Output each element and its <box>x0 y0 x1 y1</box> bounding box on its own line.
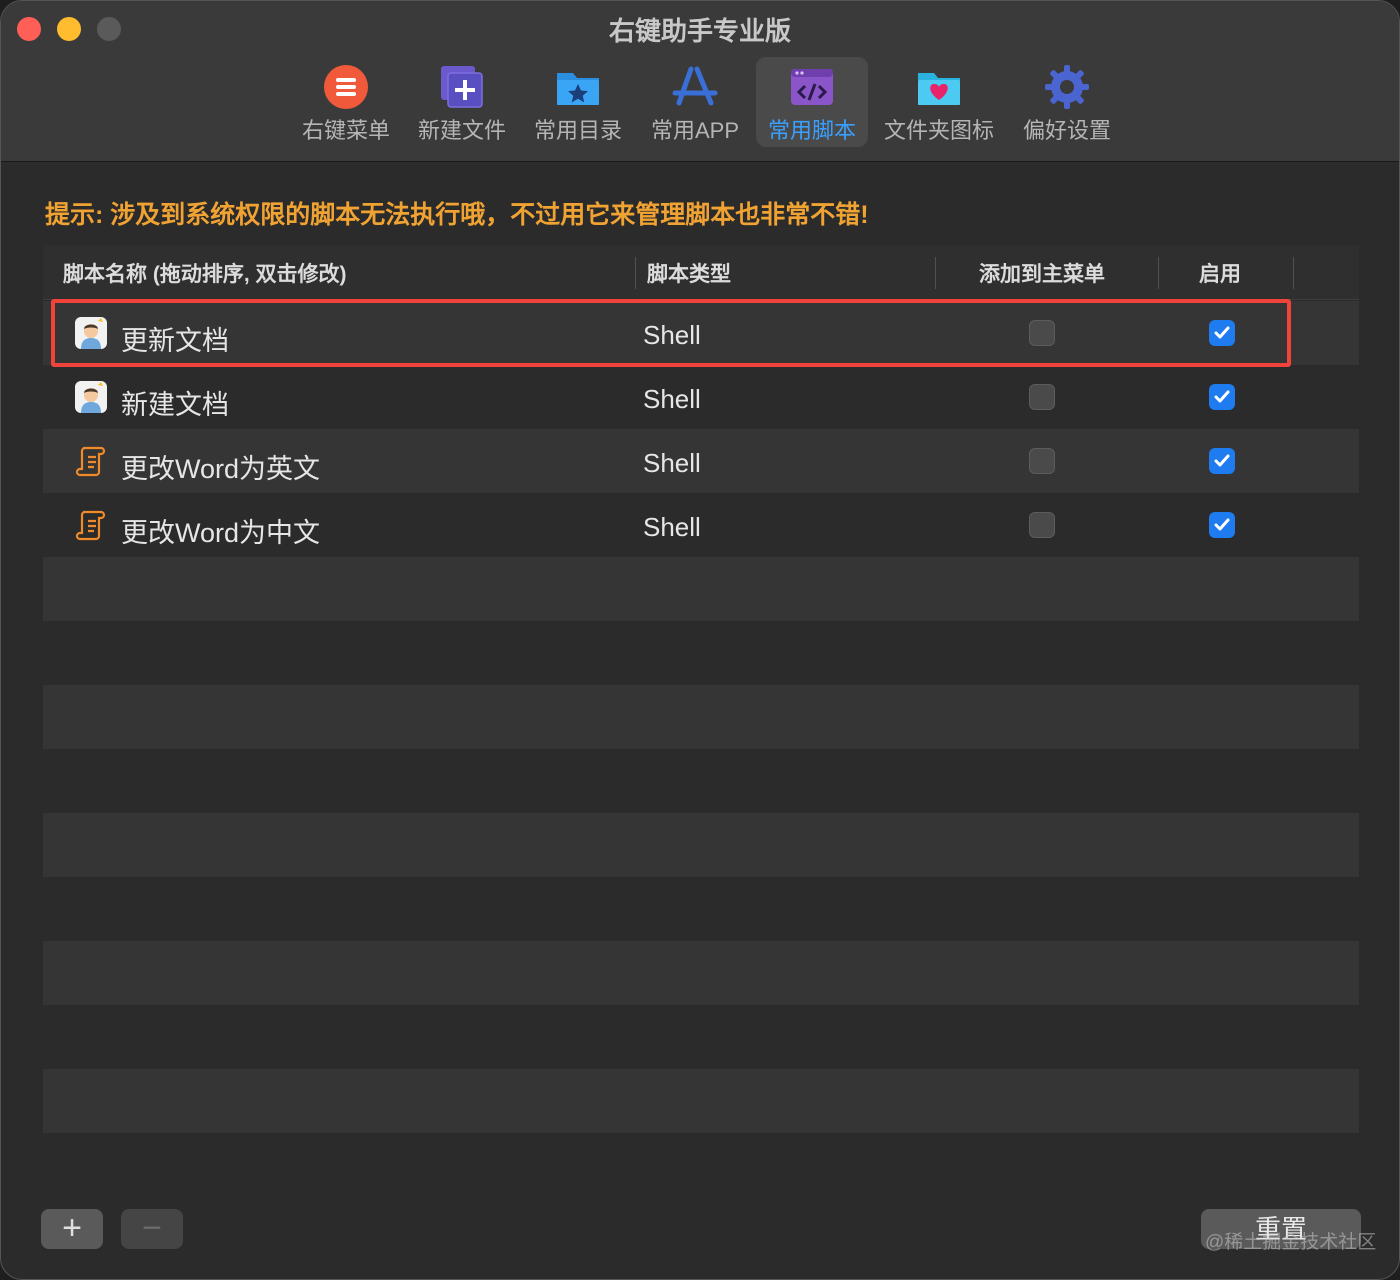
tab-label: 偏好设置 <box>1022 118 1111 143</box>
enabled-checkbox[interactable] <box>1209 384 1235 410</box>
column-header-main-menu[interactable]: 添加到主菜单 <box>979 258 1105 288</box>
tab-label: 常用目录 <box>533 118 622 143</box>
checkmark-icon <box>1214 326 1230 339</box>
column-divider[interactable] <box>635 257 636 289</box>
script-type: Shell <box>643 384 701 414</box>
empty-row <box>43 877 1359 941</box>
add-to-main-menu-checkbox[interactable] <box>1029 320 1055 346</box>
table-row[interactable]: 更新文档 Shell <box>43 301 1359 365</box>
folder-heart-icon <box>918 73 960 105</box>
enabled-checkbox[interactable] <box>1209 320 1235 346</box>
table-row[interactable]: 更改Word为英文 Shell <box>43 429 1359 493</box>
folder-star-icon <box>557 73 599 105</box>
tab-folder-icons[interactable]: 文件夹图标 <box>876 57 1002 147</box>
app-store-icon <box>672 66 718 106</box>
add-to-main-menu-checkbox[interactable] <box>1029 512 1055 538</box>
enabled-checkbox[interactable] <box>1209 448 1235 474</box>
empty-row <box>43 1005 1359 1069</box>
empty-row <box>43 1069 1359 1133</box>
new-file-icon <box>441 66 483 108</box>
tab-context-menu[interactable]: 右键菜单 <box>291 57 401 147</box>
checkmark-icon <box>1214 518 1230 531</box>
remove-script-button[interactable]: − <box>121 1209 183 1249</box>
title-bar: 右键助手专业版 右键菜单 新建文件 常用目录 常用APP 常用脚本 文件夹图标 … <box>1 1 1399 162</box>
empty-row <box>43 749 1359 813</box>
column-divider[interactable] <box>935 257 936 289</box>
column-header-type[interactable]: 脚本类型 <box>647 258 731 288</box>
tab-common-dirs[interactable]: 常用目录 <box>523 57 633 147</box>
scroll-icon <box>75 510 106 541</box>
toolbar: 右键菜单 新建文件 常用目录 常用APP 常用脚本 文件夹图标 偏好设置 <box>1 57 1399 149</box>
add-script-button[interactable]: + <box>41 1209 103 1249</box>
watermark-text: @稀土掘金技术社区 <box>1205 1232 1377 1253</box>
script-code-icon <box>791 69 833 105</box>
gear-icon <box>1045 65 1089 109</box>
column-divider[interactable] <box>1293 257 1294 289</box>
empty-row <box>43 941 1359 1005</box>
enabled-checkbox[interactable] <box>1209 512 1235 538</box>
scroll-icon <box>75 446 106 477</box>
table-row[interactable]: 新建文档 Shell <box>43 365 1359 429</box>
script-type: Shell <box>643 448 701 478</box>
empty-row <box>43 685 1359 749</box>
empty-row <box>43 621 1359 685</box>
script-name: 更改Word为英文 <box>121 454 321 484</box>
script-name: 更新文档 <box>121 326 229 356</box>
tab-common-apps[interactable]: 常用APP <box>639 57 751 147</box>
window-title: 右键助手专业版 <box>608 16 791 46</box>
table-header: 脚本名称 (拖动排序, 双击修改) 脚本类型 添加到主菜单 启用 <box>43 245 1359 300</box>
checkmark-icon <box>1214 454 1230 467</box>
table-row[interactable]: 更改Word为中文 Shell <box>43 493 1359 557</box>
script-type: Shell <box>643 512 701 542</box>
tab-label: 文件夹图标 <box>883 118 994 143</box>
empty-row <box>43 557 1359 621</box>
add-to-main-menu-checkbox[interactable] <box>1029 448 1055 474</box>
column-header-name[interactable]: 脚本名称 (拖动排序, 双击修改) <box>63 258 347 288</box>
tab-preferences[interactable]: 偏好设置 <box>1011 57 1123 147</box>
tab-label: 新建文件 <box>417 118 506 143</box>
script-type: Shell <box>643 320 701 350</box>
hint-text: 提示: 涉及到系统权限的脚本无法执行哦，不过用它来管理脚本也非常不错! <box>45 201 869 229</box>
script-name: 更改Word为中文 <box>121 518 321 548</box>
column-header-enabled[interactable]: 启用 <box>1199 258 1241 288</box>
scripts-table: 脚本名称 (拖动排序, 双击修改) 脚本类型 添加到主菜单 启用 更新文档 Sh… <box>43 245 1359 1133</box>
tab-new-file[interactable]: 新建文件 <box>407 57 517 147</box>
person-icon <box>75 381 107 413</box>
add-to-main-menu-checkbox[interactable] <box>1029 384 1055 410</box>
tab-label: 常用脚本 <box>767 118 856 143</box>
tab-common-scripts[interactable]: 常用脚本 <box>756 57 868 147</box>
menu-icon <box>324 65 368 109</box>
person-icon <box>75 317 107 349</box>
app-window: 右键助手专业版 右键菜单 新建文件 常用目录 常用APP 常用脚本 文件夹图标 … <box>0 0 1400 1280</box>
tab-label: 右键菜单 <box>301 118 390 143</box>
tab-label: 常用APP <box>650 118 740 143</box>
script-name: 新建文档 <box>121 390 229 420</box>
column-divider[interactable] <box>1158 257 1159 289</box>
checkmark-icon <box>1214 390 1230 403</box>
empty-row <box>43 813 1359 877</box>
